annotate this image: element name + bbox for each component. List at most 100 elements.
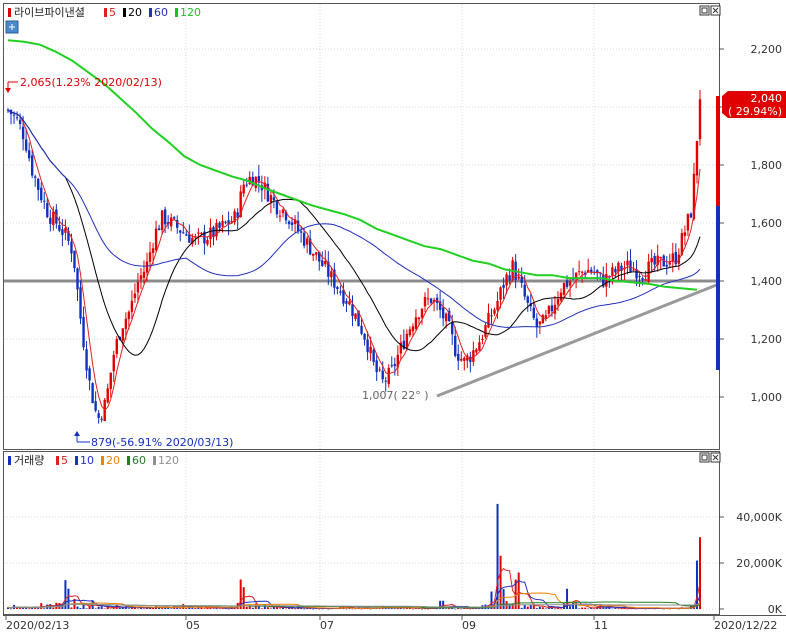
candle-body [384,380,387,382]
candle-body [115,339,118,354]
candle-body [281,209,285,214]
vol-restore-button[interactable] [699,452,710,463]
candle-body [224,221,227,223]
candle-body [330,271,333,278]
candle-body [387,367,390,384]
volume-bar [269,608,272,609]
volume-bar [526,606,529,609]
volume-bar [203,608,206,609]
volume-bar [260,608,263,609]
candle-body [360,325,363,334]
volume-bar [559,608,562,610]
candle-body [689,213,693,218]
candle-body [302,232,306,246]
candle-body [85,349,88,371]
trend-label: 1,007( 22° ) [362,389,429,402]
candle-body [348,301,351,305]
candle-body [275,201,279,215]
volume-bar [593,608,596,610]
candle-body [33,176,37,178]
legend-label: 60 [132,454,146,467]
candle-body [523,284,526,297]
volume-bar [541,607,544,609]
volume-bar [529,604,532,609]
volume-bar [97,606,100,609]
candle-body [441,307,445,319]
volume-bar [662,608,665,610]
candle-body [73,250,76,269]
volume-bar [76,606,79,609]
volume-bar [161,608,164,609]
candle-body [568,281,572,286]
candle-body [547,306,551,314]
legend-label: 5 [61,454,68,467]
candle-body [641,278,644,280]
candle-body [559,292,563,301]
candle-body [91,383,94,404]
volume-bar [502,589,505,609]
volume-bar [112,608,115,609]
candle-body [133,293,137,299]
candle-body [493,309,496,314]
candle-body [556,299,560,305]
candle-body [550,305,554,312]
candle-body [18,119,22,125]
candle-body [638,275,641,277]
candle-body [82,316,85,348]
candle-body [611,267,614,276]
candle-body [130,300,134,312]
candle-body [544,315,548,318]
candle-body [502,284,505,288]
high-label: 2,065(1.23% 2020/02/13) [20,76,162,89]
candle-body [339,291,342,293]
candle-body [197,232,200,234]
candle-body [535,318,539,327]
last-candle-down [716,206,720,370]
legend-label: 10 [80,454,94,467]
volume-bar [578,608,581,609]
legend-marker [8,8,11,17]
volume-bar [10,608,13,610]
restore-button[interactable] [699,5,710,16]
volume-bar [584,607,587,609]
candle-body [698,99,702,140]
volume-bar [70,607,73,609]
volume-bar [445,608,448,609]
volume-bar [170,608,173,609]
candle-body [321,260,324,267]
candle-body [27,150,31,159]
legend-swatch [123,8,126,17]
volume-bar [469,608,472,610]
volume-bar [411,608,414,610]
volume-bar [67,588,70,609]
legend-swatch [127,456,130,465]
candle-body [145,261,149,273]
volume-bar [194,608,197,609]
candle-body [139,275,143,280]
chart-window: 2,2002,0001,8001,6001,4001,2001,000 40,0… [0,0,786,634]
candle-body [299,231,303,233]
candle-body [366,339,369,353]
volume-bar [553,608,556,610]
volume-bar [538,606,541,609]
candle-body [142,271,146,278]
volume-bar [221,608,224,609]
candle-body [420,308,424,318]
candle-body [127,311,131,320]
candle-body [269,195,273,203]
candle-body [463,357,466,361]
candle-body [30,155,34,176]
candle-body [112,354,115,372]
candle-body [414,317,418,329]
legend-label: 20 [128,6,142,19]
candle-body [671,253,675,262]
candle-body [390,365,393,367]
candle-body [37,178,40,190]
candle-body [423,296,427,307]
volume-bar [200,607,203,609]
legend-label: 20 [106,454,120,467]
legend-swatch [149,8,152,17]
date-tick-label: 11 [594,619,608,632]
volume-bar [402,608,405,610]
candle-body [632,269,635,271]
